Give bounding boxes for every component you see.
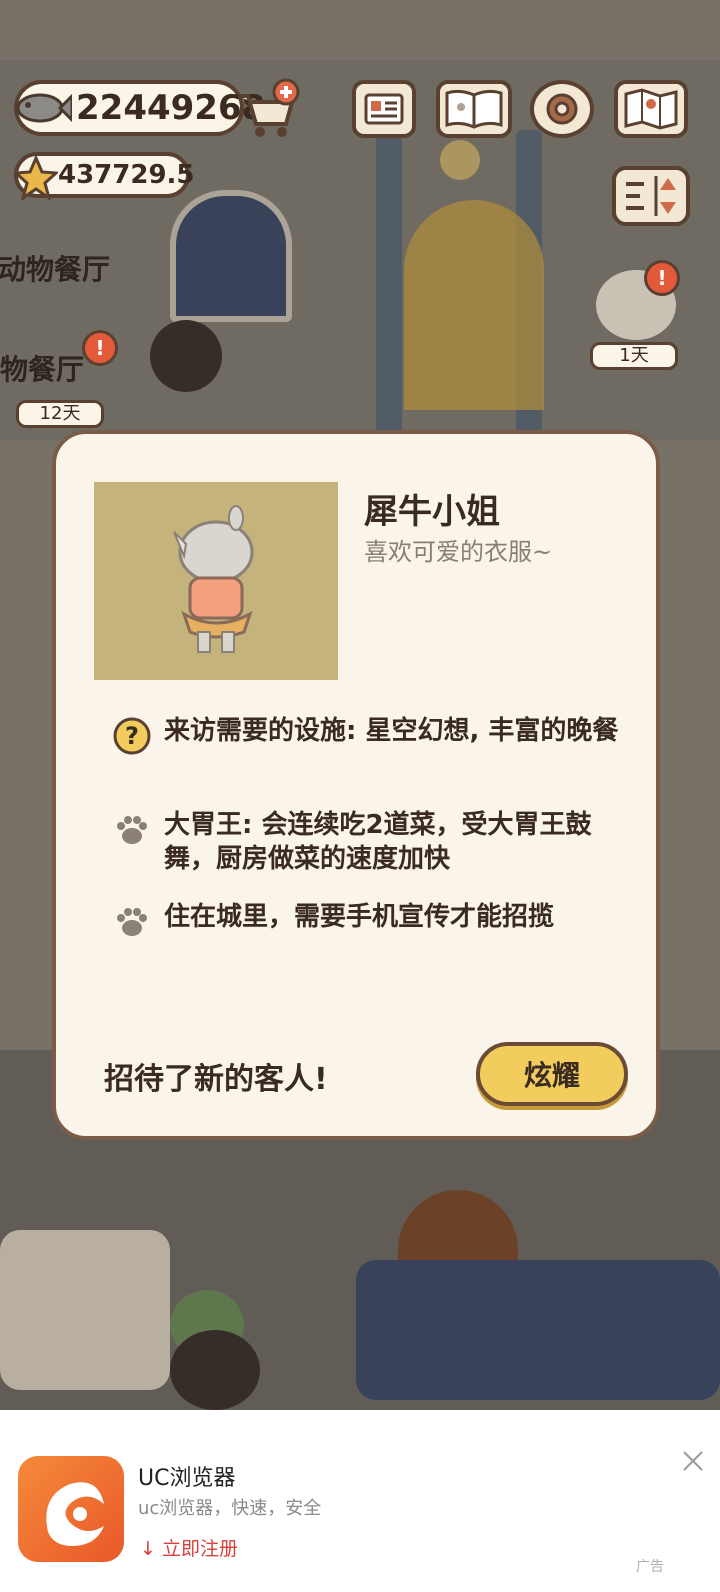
map-button[interactable] — [614, 80, 688, 138]
download-arrow-icon: ↓ — [140, 1538, 156, 1560]
settings-button[interactable] — [530, 80, 594, 138]
show-off-button[interactable]: 炫耀 — [476, 1042, 628, 1106]
trait-item: 住在城里，需要手机宣传才能招揽 — [112, 900, 632, 940]
sort-icon — [626, 176, 676, 216]
map-icon — [624, 88, 678, 130]
trait-item: ? 来访需要的设施: 星空幻想, 丰富的晚餐 — [112, 714, 632, 784]
paw-icon — [117, 816, 147, 844]
restaurant-label: 动物餐厅 — [0, 253, 111, 286]
guest-subtitle: 喜欢可爱的衣服~ — [364, 538, 553, 566]
trait-text: 来访需要的设施: 星空幻想, 丰富的晚餐 — [164, 716, 619, 746]
new-guest-message: 招待了新的客人! — [104, 1062, 328, 1097]
gear-icon — [546, 93, 578, 125]
coin-counter: 22449268 — [14, 80, 265, 136]
fish-icon — [16, 93, 72, 123]
guest-name: 犀牛小姐 — [364, 492, 500, 532]
rhino-illustration — [173, 505, 254, 653]
alert-badge: ! — [82, 330, 118, 366]
ad-register-link[interactable]: ↓ 立即注册 — [140, 1534, 238, 1561]
star-icon — [14, 156, 58, 200]
ad-label: 广告 — [636, 1559, 664, 1575]
day-counter-left: 12天 — [16, 400, 104, 428]
trait-item: 大胃王: 会连续吃2道菜，受大胃王鼓舞，厨房做菜的速度加快 — [112, 808, 632, 878]
trait-text: 大胃王: 会连续吃2道菜，受大胃王鼓舞，厨房做菜的速度加快 — [164, 810, 592, 874]
ad-banner[interactable]: UC浏览器 uc浏览器，快速，安全 ↓ 立即注册 广告 — [0, 1410, 720, 1592]
star-value: 437729.5 — [58, 160, 195, 190]
star-counter: 437729.5 — [14, 152, 195, 200]
guest-portrait — [94, 482, 338, 680]
squirrel-logo-icon — [46, 1482, 104, 1546]
restaurant-label: 物餐厅 — [0, 353, 85, 386]
svg-text:?: ? — [125, 722, 139, 750]
paw-icon — [117, 908, 147, 936]
trait-text: 住在城里，需要手机宣传才能招揽 — [164, 902, 555, 932]
alert-badge: ! — [644, 260, 680, 296]
ad-cta-label: 立即注册 — [161, 1538, 238, 1560]
guest-book-button[interactable] — [436, 80, 512, 138]
ad-title[interactable]: UC浏览器 — [138, 1460, 235, 1492]
ad-description: uc浏览器，快速，安全 — [138, 1498, 322, 1519]
new-guest-dialog: 犀牛小姐 喜欢可爱的衣服~ ? 来访需要的设施: 星空幻想, 丰富的晚餐 大胃王… — [52, 430, 660, 1140]
shop-cart-icon[interactable] — [234, 78, 300, 140]
close-icon[interactable] — [680, 1448, 706, 1474]
uc-browser-logo[interactable] — [18, 1456, 124, 1562]
sort-filter-button[interactable] — [612, 166, 690, 226]
book-icon — [445, 89, 503, 129]
day-counter-right: 1天 — [590, 342, 678, 370]
question-icon: ? — [113, 717, 151, 755]
id-card-icon — [364, 93, 404, 125]
profile-card-button[interactable] — [352, 80, 416, 138]
